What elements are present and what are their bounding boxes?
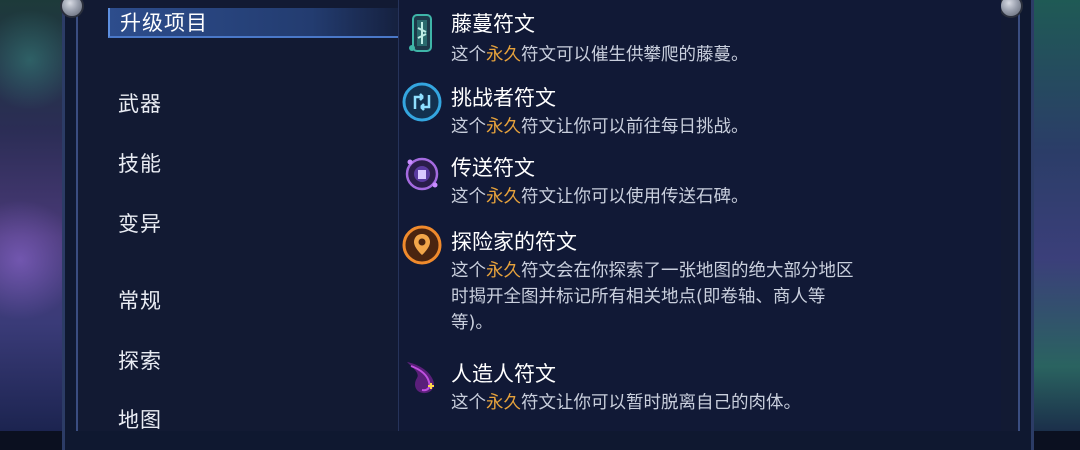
rune-name: 藤蔓符文 xyxy=(451,12,535,36)
menu-item-weapons[interactable]: 武器 xyxy=(118,88,162,118)
rune-name: 传送符文 xyxy=(451,156,535,180)
menu-item-mutations[interactable]: 变异 xyxy=(118,208,162,238)
menu-item-map[interactable]: 地图 xyxy=(118,404,162,434)
rune-description: 这个永久符文会在你探索了一张地图的绝大部分地区 时揭开全图并标记所有相关地点(即… xyxy=(451,261,854,333)
rune-name: 探险家的符文 xyxy=(451,230,577,254)
rune-description: 这个永久符文让你可以前往每日挑战。 xyxy=(451,117,749,137)
category-menu: 升级项目 武器 技能 变异 常规 探索 地图 xyxy=(96,0,398,434)
menu-item-upgrades[interactable]: 升级项目 xyxy=(108,8,398,38)
challenger-rune-icon xyxy=(401,81,443,123)
vine-rune-icon xyxy=(401,12,443,54)
rune-name: 人造人符文 xyxy=(451,362,556,386)
rune-description: 这个永久符文可以催生供攀爬的藤蔓。 xyxy=(451,45,749,65)
menu-item-general[interactable]: 常规 xyxy=(118,285,162,315)
menu-item-skills[interactable]: 技能 xyxy=(118,148,162,178)
menu-item-explore[interactable]: 探索 xyxy=(118,345,162,375)
background-right xyxy=(1030,0,1080,431)
rune-name: 挑战者符文 xyxy=(451,86,556,110)
homunculus-rune-icon xyxy=(401,356,443,398)
rune-description: 这个永久符文让你可以暂时脱离自己的肉体。 xyxy=(451,393,801,413)
teleport-rune-icon xyxy=(401,152,443,194)
background-left xyxy=(0,0,70,431)
explorer-rune-icon xyxy=(401,224,443,266)
rune-description: 这个永久符文让你可以使用传送石碑。 xyxy=(451,187,749,207)
rune-list-panel: 藤蔓符文 这个永久符文可以催生供攀爬的藤蔓。 挑战者符文 这个永久符文让你可以前… xyxy=(398,0,1001,431)
